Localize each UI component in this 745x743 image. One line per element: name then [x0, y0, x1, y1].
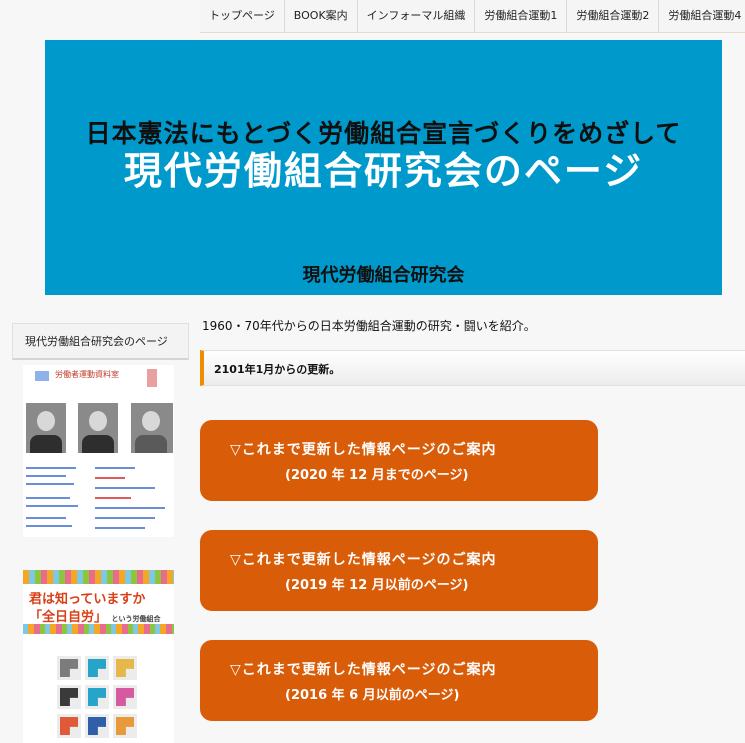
sidebar-heading-text: 現代労働組合研究会のページ	[25, 335, 168, 348]
archive-button-label: ▽これまで更新した情報ページのご案内	[230, 442, 497, 458]
book-title-line2: 「全日自労」 という労働組合	[29, 606, 161, 625]
top-nav: トップページ BOOK案内 インフォーマル組織 労働組合運動1 労働組合運動2 …	[200, 0, 745, 33]
book-pattern-tile	[85, 656, 109, 680]
archive-button-label: ▽これまで更新した情報ページのご案内	[230, 662, 497, 678]
doc-text-line	[26, 475, 66, 477]
doc-text-line	[95, 497, 131, 499]
doc-text-line	[26, 467, 76, 469]
book-pattern-tile	[57, 714, 81, 738]
doc-text-line	[95, 477, 125, 479]
archive-link-button-2016[interactable]: ▽これまで更新した情報ページのご案内 (2016 年 6 月以前のページ)	[200, 640, 598, 721]
book-pattern-tile	[85, 685, 109, 709]
sidebar-heading: 現代労働組合研究会のページ	[12, 323, 189, 360]
book-title-line1: 君は知っていますか	[29, 592, 146, 607]
hero-banner: 日本憲法にもとづく労働組合宣言づくりをめざして 現代労働組合研究会のページ 現代…	[45, 40, 722, 295]
book-pattern-tile	[57, 685, 81, 709]
nav-labor-movement-1[interactable]: 労働組合運動1	[475, 0, 568, 32]
intro-text: 1960・70年代からの日本労働組合運動の研究・闘いを紹介。	[202, 319, 536, 333]
book-pattern-tile	[113, 714, 137, 738]
hero-org-name: 現代労働組合研究会	[302, 265, 465, 286]
book-pattern-tile	[113, 685, 137, 709]
hero-title: 現代労働組合研究会のページ	[123, 149, 644, 193]
doc-thumb-logo	[35, 371, 49, 381]
book-union-caption: という労働組合	[111, 615, 161, 623]
archive-link-button-2019[interactable]: ▽これまで更新した情報ページのご案内 (2019 年 12 月以前のページ)	[200, 530, 598, 611]
archive-button-label: ▽これまで更新した情報ページのご案内	[230, 552, 497, 568]
doc-text-line	[26, 525, 72, 527]
doc-text-line	[26, 517, 66, 519]
portrait-photo	[78, 403, 118, 453]
doc-text-line	[95, 487, 155, 489]
update-heading-bar: 2101年1月からの更新。	[200, 350, 745, 386]
doc-text-line	[95, 467, 135, 469]
document-thumbnail[interactable]: 労働者運動資料室	[23, 365, 174, 537]
doc-text-line	[26, 497, 70, 499]
nav-book-guide[interactable]: BOOK案内	[285, 0, 358, 32]
doc-text-line	[95, 507, 165, 509]
doc-text-line	[26, 483, 74, 485]
portrait-photo	[131, 403, 173, 453]
book-pattern-tile	[113, 656, 137, 680]
archive-button-period: (2020 年 12 月までのページ)	[285, 468, 469, 483]
archive-link-button-2020[interactable]: ▽これまで更新した情報ページのご案内 (2020 年 12 月までのページ)	[200, 420, 598, 501]
book-pattern-tile	[85, 714, 109, 738]
book-pattern-tile	[57, 656, 81, 680]
book-cover-skyline	[23, 570, 174, 584]
book-union-name: 「全日自労」	[29, 610, 108, 625]
nav-labor-movement-4[interactable]: 労働組合運動4	[659, 0, 745, 32]
nav-informal-org[interactable]: インフォーマル組織	[358, 0, 476, 32]
nav-labor-movement-2[interactable]: 労働組合運動2	[567, 0, 660, 32]
archive-button-period: (2016 年 6 月以前のページ)	[285, 688, 460, 703]
archive-button-period: (2019 年 12 月以前のページ)	[285, 578, 469, 593]
doc-thumb-title: 労働者運動資料室	[55, 370, 119, 379]
book-cover-skyline	[23, 624, 174, 634]
doc-text-line	[26, 505, 78, 507]
doc-text-line	[95, 517, 155, 519]
update-heading-text: 2101年1月からの更新。	[214, 363, 341, 376]
book-cover-thumbnail[interactable]: 君は知っていますか 「全日自労」 という労働組合	[23, 570, 174, 743]
portrait-photo	[26, 403, 66, 453]
doc-text-line	[95, 527, 145, 529]
nav-top-page[interactable]: トップページ	[200, 0, 285, 32]
doc-thumb-stamp	[147, 369, 157, 387]
